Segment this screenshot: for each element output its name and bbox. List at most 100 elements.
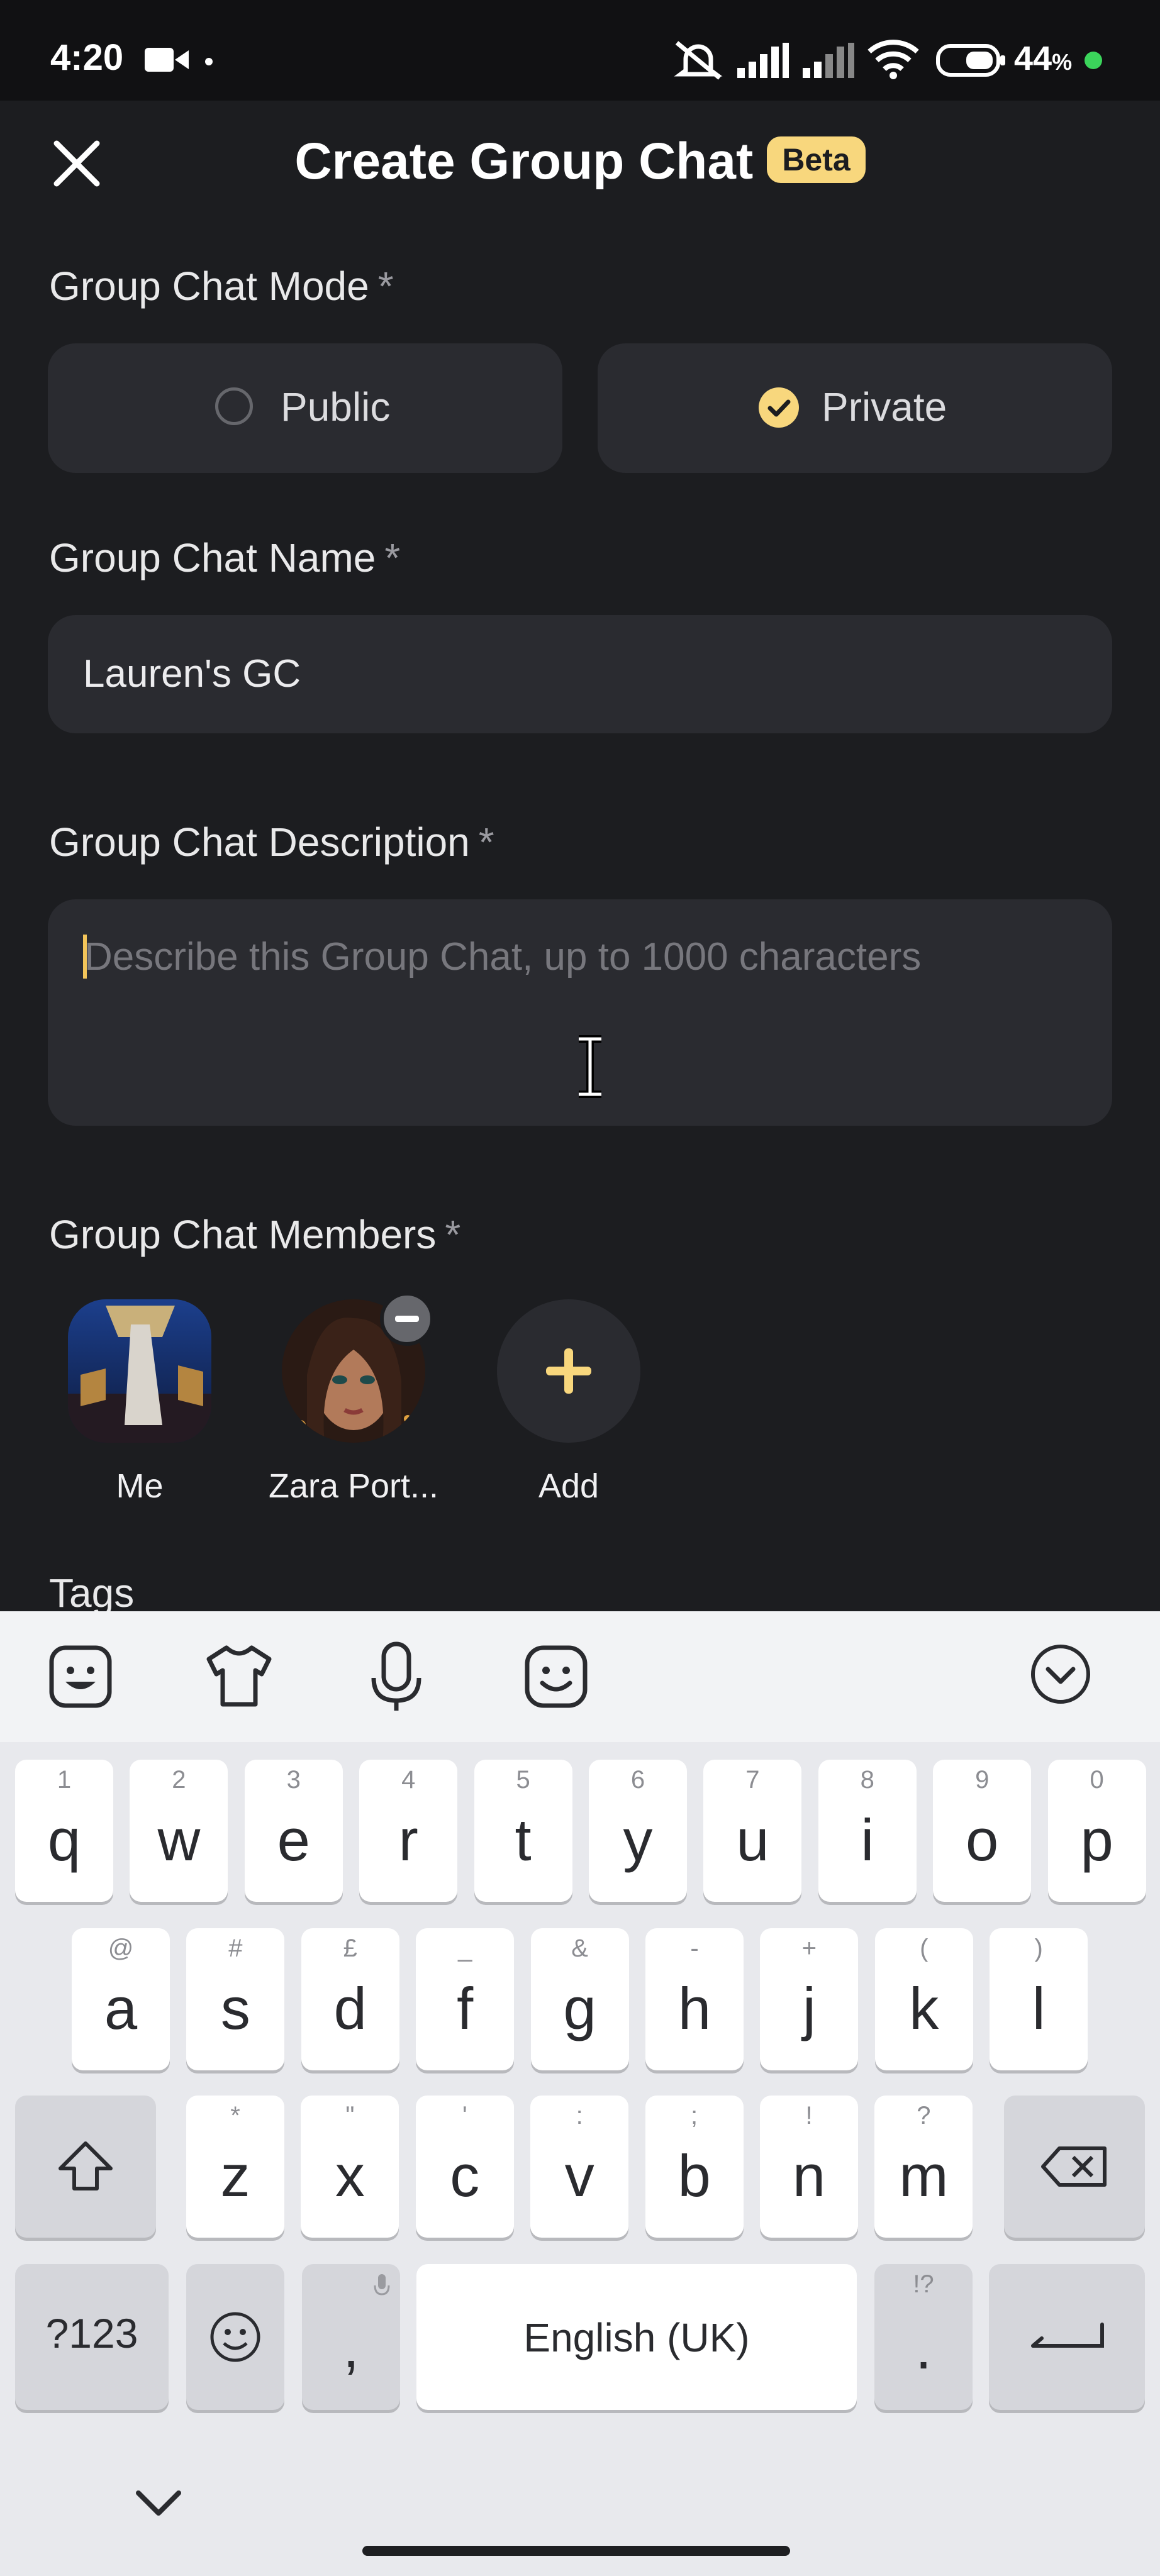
key-hint: 5 [516, 1766, 530, 1794]
key-w[interactable]: 2w [130, 1760, 228, 1902]
status-time: 4:20 [50, 37, 124, 78]
key-p[interactable]: 0p [1047, 1760, 1146, 1902]
key-hint: 1 [57, 1766, 72, 1794]
home-indicator[interactable] [362, 2546, 790, 2556]
key-label: j [802, 1975, 816, 2041]
key-label: t [515, 1807, 532, 1873]
key-label: e [277, 1807, 310, 1873]
key-b[interactable]: ; b [645, 2096, 744, 2238]
remove-member-icon[interactable] [380, 1292, 434, 1346]
key-z[interactable]: * z [186, 2096, 284, 2238]
space-key-label: English (UK) [523, 2315, 750, 2360]
comma-key[interactable]: , [302, 2264, 400, 2410]
page-title-text: Create Group Chat [294, 133, 754, 190]
description-placeholder: Describe this Group Chat, up to 1000 cha… [84, 935, 922, 979]
key-hint: 7 [745, 1766, 760, 1794]
key-hint: # [228, 1935, 243, 1962]
description-field[interactable]: Describe this Group Chat, up to 1000 cha… [48, 899, 1112, 1126]
key-label: q [47, 1807, 81, 1873]
key-label: b [678, 2143, 711, 2209]
name-field[interactable]: Lauren's GC [48, 615, 1112, 733]
key-label: h [678, 1975, 711, 2041]
page-title: Create Group Chat Beta [0, 132, 1160, 191]
key-f[interactable]: _ f [416, 1928, 515, 2070]
key-label: v [564, 2143, 594, 2209]
green-dot-icon [1085, 52, 1102, 69]
microphone-icon[interactable] [365, 1640, 428, 1713]
key-y[interactable]: 6y [589, 1760, 687, 1902]
mic-hint-icon [374, 2274, 390, 2296]
check-circle-icon [759, 387, 799, 428]
description-label-text: Group Chat Description [49, 819, 470, 865]
key-s[interactable]: # s [186, 1928, 285, 2070]
key-label: d [333, 1975, 367, 2041]
key-t[interactable]: 5t [474, 1760, 572, 1902]
required-marker: * [384, 535, 401, 580]
shift-key[interactable] [15, 2096, 156, 2238]
mode-option-public[interactable]: Public [48, 343, 562, 473]
key-a[interactable]: @ a [72, 1928, 170, 2070]
mode-label-text: Group Chat Mode [49, 264, 369, 309]
key-label: f [457, 1975, 474, 2041]
name-field-value: Lauren's GC [83, 652, 301, 696]
mute-icon [674, 41, 723, 80]
mode-option-private[interactable]: Private [598, 343, 1112, 473]
plus-icon [546, 1348, 591, 1394]
symbols-key[interactable]: ?123 [15, 2264, 169, 2410]
required-marker: * [445, 1212, 461, 1257]
required-marker: * [377, 264, 394, 309]
battery-icon [936, 44, 1005, 77]
key-l[interactable]: ) l [990, 1928, 1088, 2070]
key-x[interactable]: " x [301, 2096, 399, 2238]
key-label: u [736, 1807, 769, 1873]
key-m[interactable]: ? m [874, 2096, 973, 2238]
key-label: n [792, 2143, 826, 2209]
key-label: o [966, 1807, 999, 1873]
key-e[interactable]: 3e [244, 1760, 343, 1902]
key-hint: ? [917, 2102, 931, 2129]
backspace-key[interactable] [1004, 2096, 1145, 2238]
member-me[interactable] [68, 1299, 211, 1443]
wifi-icon [867, 40, 919, 79]
key-i[interactable]: 8i [818, 1760, 917, 1902]
key-q[interactable]: 1q [15, 1760, 113, 1902]
key-d[interactable]: £ d [301, 1928, 399, 2070]
collapse-keyboard-icon[interactable] [1029, 1643, 1092, 1706]
key-hint: ) [1034, 1935, 1043, 1962]
enter-key[interactable] [989, 2264, 1145, 2410]
backspace-icon [1041, 2146, 1107, 2187]
text-cursor-icon [579, 1035, 601, 1098]
theme-shirt-icon[interactable] [204, 1641, 274, 1712]
key-o[interactable]: 9o [933, 1760, 1032, 1902]
members-label: Group Chat Members * [49, 1211, 460, 1258]
key-hint: @ [108, 1935, 134, 1962]
add-member-button[interactable] [497, 1299, 640, 1443]
period-key[interactable]: !? . [874, 2264, 973, 2410]
key-v[interactable]: :v [530, 2096, 629, 2238]
key-label: k [909, 1975, 939, 2041]
key-n[interactable]: ! n [760, 2096, 858, 2238]
emoji-icon[interactable] [522, 1643, 590, 1711]
hide-keyboard-icon[interactable] [135, 2488, 182, 2518]
key-hint: 8 [860, 1766, 874, 1794]
key-u[interactable]: 7u [703, 1760, 802, 1902]
key-label: g [563, 1975, 596, 2041]
emoji-key[interactable] [186, 2264, 284, 2410]
key-j[interactable]: + j [760, 1928, 859, 2070]
key-g[interactable]: & g [530, 1928, 629, 2070]
period-key-label: . [915, 2315, 932, 2381]
avatar-image [68, 1299, 211, 1443]
symbols-key-label: ?123 [45, 2310, 138, 2357]
key-h[interactable]: -h [645, 1928, 744, 2070]
key-label: p [1080, 1807, 1113, 1873]
key-k[interactable]: (k [874, 1928, 973, 2070]
key-c[interactable]: ' c [415, 2096, 514, 2238]
space-key[interactable]: English (UK) [416, 2264, 857, 2410]
key-r[interactable]: 4r [359, 1760, 458, 1902]
key-hint: 3 [286, 1766, 301, 1794]
sticker-icon[interactable] [47, 1643, 114, 1711]
keyboard: ?123 , English (UK) !? . 1q2w3e4r5t6y7u8… [0, 1611, 1160, 2576]
name-label: Group Chat Name * [49, 535, 400, 581]
key-hint: 4 [401, 1766, 416, 1794]
key-label: m [899, 2143, 949, 2209]
